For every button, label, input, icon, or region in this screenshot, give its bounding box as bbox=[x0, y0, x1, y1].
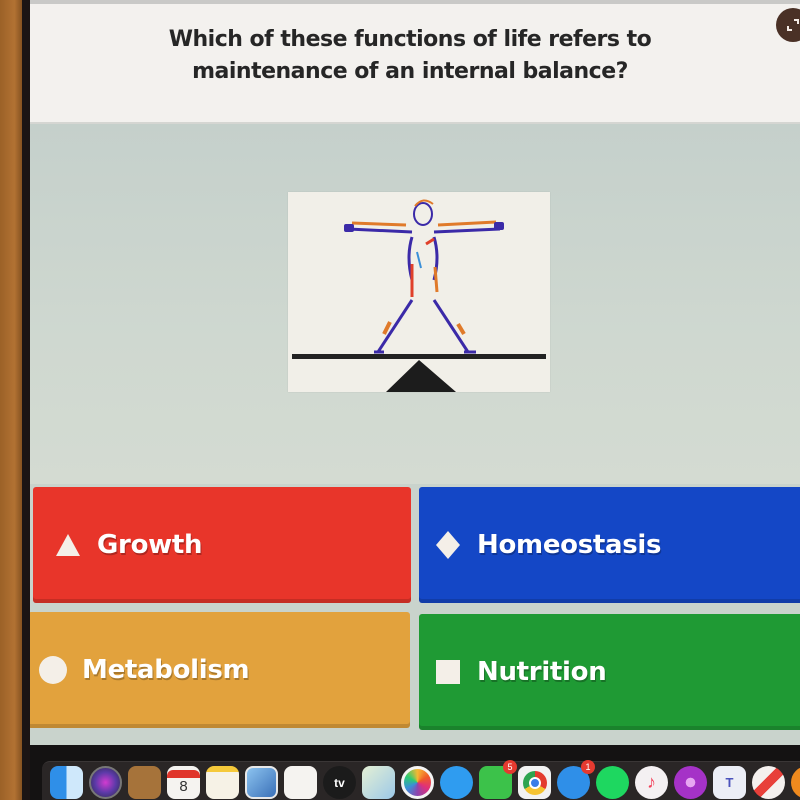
question-stage bbox=[30, 124, 800, 484]
spotify-icon[interactable] bbox=[596, 766, 629, 799]
macos-dock: 8 tv 5 1 ♪ T bbox=[42, 760, 800, 800]
question-text: Which of these functions of life refers … bbox=[168, 27, 652, 84]
calendar-icon[interactable]: 8 bbox=[167, 766, 200, 799]
diamond-icon bbox=[433, 530, 463, 560]
answer-growth[interactable]: Growth bbox=[33, 487, 411, 603]
balance-figure-illustration bbox=[292, 199, 546, 392]
appletv-label: tv bbox=[334, 775, 345, 790]
answer-nutrition[interactable]: Nutrition bbox=[419, 614, 800, 730]
question-header: Which of these functions of life refers … bbox=[30, 0, 800, 124]
news-icon[interactable] bbox=[752, 766, 785, 799]
podcasts-icon[interactable] bbox=[674, 766, 707, 799]
maps-icon[interactable] bbox=[362, 766, 395, 799]
answer-homeostasis[interactable]: Homeostasis bbox=[419, 487, 800, 603]
facetime-icon[interactable]: 5 bbox=[479, 760, 517, 799]
answer-label: Growth bbox=[97, 530, 203, 560]
triangle-icon bbox=[53, 530, 83, 560]
desk-background bbox=[0, 0, 24, 800]
answer-grid: Growth Homeostasis Metabolism Nutrition bbox=[30, 486, 800, 745]
appstore-icon[interactable]: 1 bbox=[557, 760, 595, 799]
answer-label: Metabolism bbox=[82, 655, 250, 685]
photos-icon[interactable] bbox=[401, 766, 434, 799]
answer-label: Homeostasis bbox=[477, 530, 662, 560]
circle-icon bbox=[38, 655, 68, 685]
books-icon[interactable] bbox=[791, 766, 800, 799]
notes-icon[interactable] bbox=[206, 766, 239, 799]
fullscreen-button[interactable] bbox=[776, 8, 800, 42]
siri-icon[interactable] bbox=[89, 766, 122, 799]
messages-icon[interactable] bbox=[440, 766, 473, 799]
notification-badge: 5 bbox=[503, 760, 517, 774]
reminders-icon[interactable] bbox=[284, 766, 317, 799]
music-icon[interactable]: ♪ bbox=[635, 766, 668, 799]
macos-dock-area: 8 tv 5 1 ♪ T bbox=[30, 745, 800, 800]
calendar-day: 8 bbox=[179, 778, 188, 795]
square-icon bbox=[433, 657, 463, 687]
answer-label: Nutrition bbox=[477, 657, 607, 687]
expand-icon bbox=[787, 19, 799, 31]
chrome-icon[interactable] bbox=[518, 766, 551, 799]
seesaw-beam bbox=[292, 354, 546, 359]
human-figure bbox=[344, 199, 504, 354]
preview-icon[interactable] bbox=[245, 766, 278, 799]
answer-metabolism[interactable]: Metabolism bbox=[30, 612, 410, 728]
appletv-icon[interactable]: tv bbox=[323, 766, 356, 799]
notification-badge: 1 bbox=[581, 760, 595, 774]
question-image bbox=[288, 192, 550, 392]
contacts-icon[interactable] bbox=[128, 766, 161, 799]
finder-icon[interactable] bbox=[50, 766, 83, 799]
teams-icon[interactable]: T bbox=[713, 766, 746, 799]
quiz-screen: Which of these functions of life refers … bbox=[30, 0, 800, 745]
seesaw-fulcrum bbox=[386, 360, 456, 392]
